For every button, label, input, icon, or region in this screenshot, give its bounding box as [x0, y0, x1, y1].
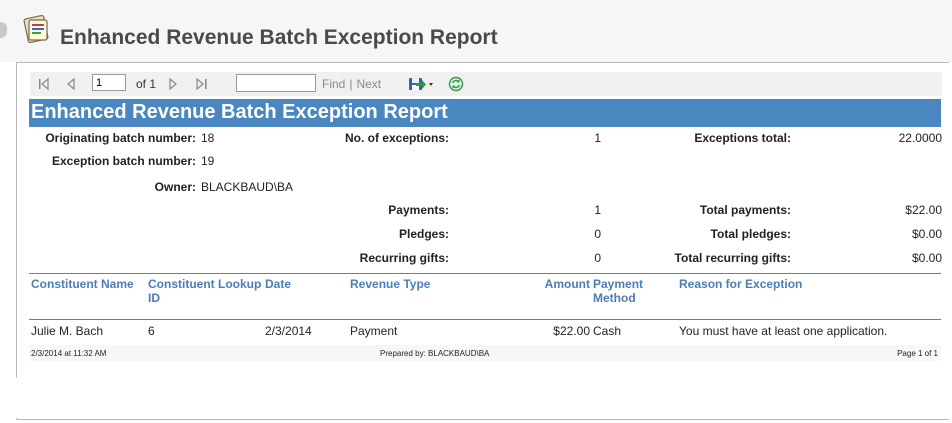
first-page-icon[interactable] [38, 72, 52, 96]
page-number-input[interactable] [92, 74, 126, 91]
footer-prepared-by: Prepared by: BLACKBAUD\BA [380, 349, 490, 358]
payments-value: 1 [594, 203, 601, 217]
page-of-label: of 1 [136, 77, 157, 91]
total-recurring-gifts-label: Total recurring gifts: [674, 251, 791, 265]
originating-batch-value: 18 [201, 131, 215, 145]
page-title: Enhanced Revenue Batch Exception Report [60, 26, 498, 49]
footer-page: Page 1 of 1 [897, 349, 938, 358]
find-link[interactable]: Find [322, 77, 345, 91]
recurring-gifts-value: 0 [594, 251, 601, 265]
report-title-banner: Enhanced Revenue Batch Exception Report [29, 99, 941, 127]
column-header-divider [29, 273, 941, 274]
payments-label: Payments: [388, 203, 449, 217]
total-recurring-gifts-value: $0.00 [911, 251, 942, 265]
total-payments-value: $22.00 [905, 203, 942, 217]
report-icon [22, 14, 52, 44]
cell-date: 2/3/2014 [265, 324, 312, 338]
no-exceptions-label: No. of exceptions: [344, 131, 449, 145]
report-title: Enhanced Revenue Batch Exception Report [31, 101, 448, 123]
next-link[interactable]: Next [356, 77, 381, 91]
col-payment-method: Payment Method [593, 277, 643, 305]
col-date: Date [265, 277, 292, 291]
owner-value: BLACKBAUD\BA [201, 180, 294, 194]
col-lookup-id-line2: ID [148, 291, 160, 305]
save-export-icon[interactable] [408, 72, 434, 96]
total-pledges-label: Total pledges: [710, 227, 791, 241]
find-next-separator: | [349, 77, 353, 91]
find-input[interactable] [236, 74, 316, 92]
col-revenue-type: Revenue Type [350, 277, 431, 291]
col-payment-method-line1: Payment [593, 277, 644, 291]
exception-batch-value: 19 [201, 154, 215, 168]
col-amount: Amount [544, 277, 590, 291]
pledges-value: 0 [594, 227, 601, 241]
originating-batch-label: Originating batch number: [45, 131, 196, 145]
col-lookup-id-line1: Constituent Lookup [148, 277, 262, 291]
refresh-icon[interactable] [448, 72, 464, 96]
col-payment-method-line2: Method [593, 291, 636, 305]
cell-constituent-name: Julie M. Bach [31, 324, 104, 338]
col-constituent-lookup-id: Constituent Lookup ID [148, 277, 261, 305]
previous-page-icon[interactable] [66, 72, 76, 96]
report-toolbar [30, 72, 942, 96]
exceptions-total-value: 22.0000 [898, 131, 942, 145]
col-constituent-name: Constituent Name [31, 277, 134, 291]
exception-batch-label: Exception batch number: [51, 154, 196, 168]
footer-timestamp: 2/3/2014 at 11:32 AM [31, 349, 107, 358]
total-pledges-value: $0.00 [911, 227, 942, 241]
exceptions-total-label: Exceptions total: [694, 131, 791, 145]
cell-lookup-id: 6 [148, 324, 155, 338]
cell-reason: You must have at least one application. [679, 324, 888, 338]
cell-payment-method: Cash [593, 324, 622, 338]
next-page-icon[interactable] [168, 72, 178, 96]
owner-label: Owner: [154, 180, 196, 194]
no-exceptions-value: 1 [594, 131, 601, 145]
pledges-label: Pledges: [398, 227, 449, 241]
total-payments-label: Total payments: [699, 203, 791, 217]
row-divider [29, 319, 941, 320]
cell-amount: $22.00 [553, 324, 590, 338]
col-reason-for-exception: Reason for Exception [679, 277, 803, 291]
recurring-gifts-label: Recurring gifts: [359, 251, 449, 265]
last-page-icon[interactable] [194, 72, 208, 96]
cell-revenue-type: Payment [350, 324, 398, 338]
torn-edge [0, 358, 952, 418]
